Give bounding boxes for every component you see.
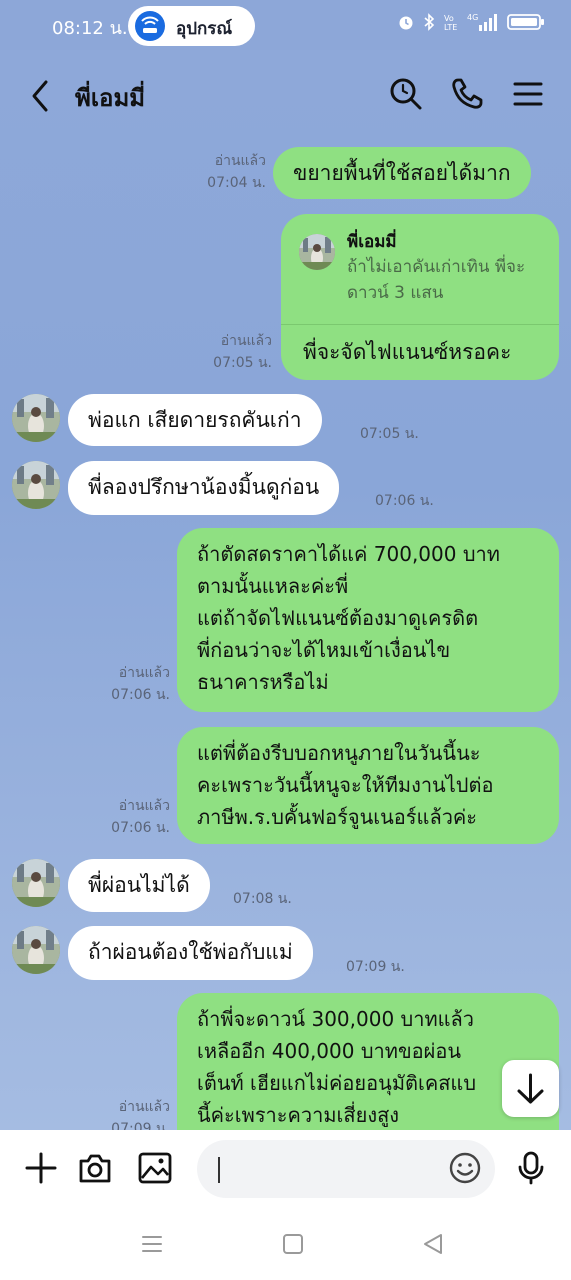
- add-button[interactable]: [23, 1150, 59, 1186]
- message-line: เต็นท์ เฮียแกไม่ค่อยอนุมัติเคสแบ: [197, 1071, 477, 1095]
- message-bubble-received[interactable]: พ่อแก เสียดายรถคันเก่า: [68, 394, 322, 446]
- message-time: 07:04 น.: [207, 175, 266, 191]
- read-receipt: อ่านแล้ว: [118, 798, 170, 814]
- message-read-meta: อ่านแล้ว 07:09 น.: [100, 1096, 170, 1130]
- hotspot-pill[interactable]: อุปกรณ์: [128, 6, 255, 46]
- message-time: 07:05 น.: [213, 355, 272, 371]
- reply-quoted-text: ถ้าไม่เอาคันเก่าเทิน พี่จะดาวน์ 3 แสน: [347, 257, 526, 303]
- battery-icon: [507, 14, 544, 30]
- bluetooth-icon: [424, 13, 435, 31]
- pill-label: อุปกรณ์: [176, 19, 233, 39]
- back-button[interactable]: [26, 76, 56, 116]
- message-time: 07:06 น.: [111, 820, 170, 836]
- chat-area[interactable]: พี่เอมมี่ อ่านแล้ว 07:04 น. ขยายพื้นที่ใ…: [0, 50, 571, 1130]
- read-receipt: อ่านแล้ว: [220, 333, 272, 349]
- message-line: แต่ถ้าจัดไฟแนนซ์ต้องมาดูเครดิต: [197, 606, 479, 630]
- message-bubble-sent[interactable]: แต่พี่ต้องรีบบอกหนูภายในวันนี้นะ คะเพราะ…: [177, 727, 559, 844]
- message-text: พี่ลองปรึกษาน้องมิ้นดูก่อน: [88, 475, 320, 499]
- back-nav-button[interactable]: [421, 1232, 445, 1256]
- phone-icon: [452, 78, 483, 109]
- back-icon: [424, 1234, 442, 1254]
- message-time: 07:06 น.: [111, 687, 170, 703]
- status-time: 08:12 น.: [52, 18, 128, 39]
- status-bar: 08:12 น. อุปกรณ์ Vo LTE 4G: [0, 0, 571, 50]
- volte-icon: VoLTE: [444, 14, 457, 32]
- message-time: 07:09 น.: [346, 959, 405, 975]
- message-time: 07:05 น.: [360, 426, 419, 442]
- message-read-meta: อ่านแล้ว 07:06 น.: [100, 662, 170, 706]
- message-line: ถ้าพี่จะดาวน์ 300,000 บาทแล้ว: [197, 1007, 475, 1031]
- 4g-signal-icon: 4G: [467, 13, 497, 31]
- message-text: ถ้าผ่อนต้องใช้พ่อกับแม่: [88, 940, 293, 964]
- message-line: นี้ค่ะเพราะความเสี่ยงสูง: [197, 1103, 400, 1127]
- message-line: ถ้าตัดสดราคาได้แค่ 700,000 บาท: [197, 542, 500, 566]
- message-line: แต่พี่ต้องรีบบอกหนูภายในวันนี้นะ: [197, 741, 481, 765]
- message-read-meta: อ่านแล้ว 07:06 น.: [100, 795, 170, 839]
- message-read-meta: อ่านแล้ว 07:04 น.: [196, 150, 266, 194]
- message-time: 07:08 น.: [233, 891, 292, 907]
- svg-text:LTE: LTE: [444, 23, 457, 32]
- message-bubble-received[interactable]: พี่ผ่อนไม่ได้: [68, 859, 210, 912]
- call-button[interactable]: [449, 76, 485, 112]
- message-input-bar: [0, 1130, 571, 1208]
- message-text: พี่จะจัดไฟแนนซ์หรอคะ: [303, 340, 512, 364]
- status-icons: Vo LTE 4G: [397, 12, 545, 32]
- reply-sender-name: พี่เอมมี่: [347, 232, 397, 252]
- message-line: ตามนั้นแหละค่ะพี่: [197, 574, 349, 598]
- message-bubble-sent[interactable]: ขยายพื้นที่ใช้สอยได้มาก: [273, 147, 531, 199]
- chat-header: พี่เอมมี่: [0, 50, 571, 142]
- svg-text:Vo: Vo: [444, 14, 454, 23]
- scroll-to-bottom-button[interactable]: [502, 1060, 559, 1117]
- menu-icon: [513, 82, 543, 106]
- message-text: ขยายพื้นที่ใช้สอยได้มาก: [293, 161, 511, 185]
- wifi-hotspot-icon: [135, 11, 165, 41]
- microphone-icon: [518, 1151, 544, 1185]
- voice-button[interactable]: [513, 1150, 549, 1186]
- svg-text:4G: 4G: [467, 13, 478, 22]
- arrow-down-icon: [517, 1073, 544, 1104]
- avatar[interactable]: [12, 461, 60, 509]
- message-text: พี่ผ่อนไม่ได้: [88, 873, 190, 897]
- alarm-icon: [399, 16, 413, 30]
- emoji-icon: [449, 1152, 481, 1184]
- home-icon: [283, 1234, 303, 1254]
- read-receipt: อ่านแล้ว: [118, 1099, 170, 1115]
- text-cursor: [218, 1157, 220, 1183]
- message-time: 07:06 น.: [375, 493, 434, 509]
- message-time: 07:09 น.: [111, 1121, 170, 1130]
- avatar[interactable]: [12, 394, 60, 442]
- read-receipt: อ่านแล้ว: [118, 665, 170, 681]
- home-button[interactable]: [281, 1232, 305, 1256]
- camera-button[interactable]: [77, 1150, 113, 1186]
- image-icon: [138, 1152, 172, 1184]
- read-receipt: อ่านแล้ว: [214, 153, 266, 169]
- message-line: พี่ก่อนว่าจะได้ไหมเข้าเงื่อนไข: [197, 638, 451, 662]
- chat-title[interactable]: พี่เอมมี่: [75, 78, 145, 117]
- message-line: ภาษีพ.ร.บคั้นฟอร์จูนเนอร์แล้วค่ะ: [197, 805, 478, 829]
- reply-avatar: [299, 234, 335, 270]
- plus-icon: [25, 1152, 57, 1184]
- avatar[interactable]: [12, 926, 60, 974]
- avatar[interactable]: [12, 859, 60, 907]
- message-text: พ่อแก เสียดายรถคันเก่า: [88, 408, 302, 432]
- search-icon: [390, 78, 422, 110]
- message-read-meta: อ่านแล้ว 07:05 น.: [196, 330, 272, 374]
- emoji-button[interactable]: [447, 1150, 483, 1186]
- reply-divider: [281, 324, 559, 325]
- message-line: เหลืออีก 400,000 บาทขอผ่อน: [197, 1039, 462, 1063]
- message-line: ธนาคารหรือไม่: [197, 670, 329, 694]
- reply-message-bubble[interactable]: พี่เอมมี่ ถ้าไม่เอาคันเก่าเทิน พี่จะดาวน…: [281, 214, 559, 380]
- gallery-button[interactable]: [137, 1150, 173, 1186]
- recent-apps-button[interactable]: [140, 1232, 164, 1256]
- message-line: คะเพราะวันนี้หนูจะให้ทีมงานไปต่อ: [197, 773, 494, 797]
- message-bubble-received[interactable]: พี่ลองปรึกษาน้องมิ้นดูก่อน: [68, 461, 340, 515]
- message-bubble-sent[interactable]: ถ้าตัดสดราคาได้แค่ 700,000 บาท ตามนั้นแห…: [177, 528, 559, 712]
- menu-button[interactable]: [510, 76, 546, 112]
- camera-icon: [79, 1154, 111, 1183]
- system-nav-bar: [0, 1208, 571, 1280]
- message-bubble-received[interactable]: ถ้าผ่อนต้องใช้พ่อกับแม่: [68, 926, 313, 980]
- chevron-left-icon: [32, 80, 48, 112]
- search-button[interactable]: [388, 76, 424, 112]
- recent-apps-icon: [142, 1236, 162, 1252]
